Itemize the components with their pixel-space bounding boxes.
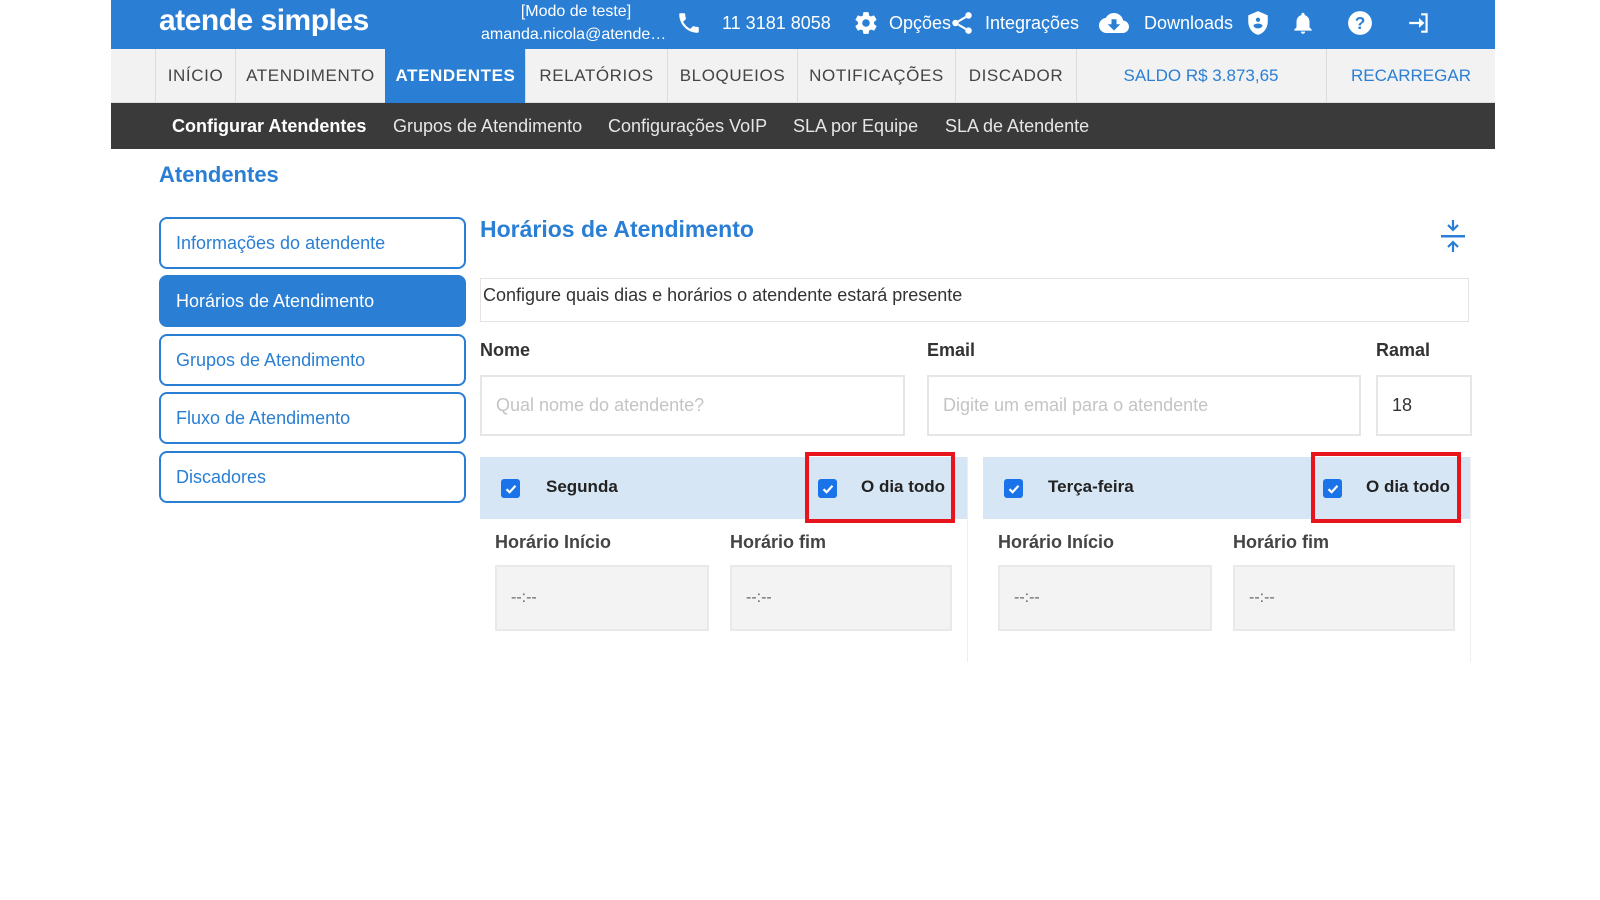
day-checkbox[interactable] bbox=[501, 479, 520, 498]
account-info[interactable]: [Modo de teste] amanda.nicola@atendesimp… bbox=[481, 0, 671, 46]
cloud-download-icon bbox=[1096, 8, 1132, 38]
day-header: Terça-feira O dia todo bbox=[983, 452, 1470, 523]
downloads-menu[interactable]: Downloads bbox=[1096, 6, 1233, 40]
page-title: Atendentes bbox=[159, 162, 279, 187]
top-bar: atende simples [Modo de teste] amanda.ni… bbox=[111, 0, 1495, 49]
subnav-grupos-atendimento[interactable]: Grupos de Atendimento bbox=[393, 103, 582, 149]
nav-discador[interactable]: DISCADOR bbox=[955, 49, 1077, 103]
collapse-icon[interactable] bbox=[1438, 218, 1468, 254]
svg-text:?: ? bbox=[1355, 13, 1366, 33]
name-label: Nome bbox=[480, 340, 531, 360]
day-name: Terça-feira bbox=[1048, 477, 1134, 496]
day-checkbox[interactable] bbox=[1004, 479, 1023, 498]
extension-input[interactable] bbox=[1376, 375, 1472, 436]
nav-inicio[interactable]: INÍCIO bbox=[155, 49, 235, 103]
subnav-sla-atendente[interactable]: SLA de Atendente bbox=[945, 103, 1089, 149]
integrations-label: Integrações bbox=[985, 12, 1080, 33]
help-icon: ? bbox=[1345, 8, 1375, 38]
email-label: Email bbox=[927, 340, 976, 360]
day-card-segunda: Segunda O dia todo Horário Início Horári… bbox=[480, 452, 968, 662]
name-input[interactable] bbox=[480, 375, 905, 436]
sidebar-item-discadores[interactable]: Discadores bbox=[159, 451, 466, 503]
balance-display[interactable]: SALDO R$ 3.873,65 bbox=[1111, 49, 1291, 103]
nav-atendentes[interactable]: ATENDENTES bbox=[385, 49, 525, 103]
start-time-input[interactable]: --:-- bbox=[998, 565, 1212, 631]
all-day-checkbox[interactable] bbox=[818, 479, 837, 498]
phone-number: 11 3181 8058 bbox=[722, 12, 831, 33]
recharge-link[interactable]: RECARREGAR bbox=[1327, 49, 1495, 103]
subnav-sla-equipe[interactable]: SLA por Equipe bbox=[793, 103, 918, 149]
all-day-label: O dia todo bbox=[861, 477, 946, 496]
email-input[interactable] bbox=[927, 375, 1361, 436]
sidebar-item-grupos[interactable]: Grupos de Atendimento bbox=[159, 334, 466, 386]
options-label: Opções bbox=[889, 12, 952, 33]
end-time-input[interactable]: --:-- bbox=[1233, 565, 1455, 631]
main-nav: INÍCIO ATENDIMENTO ATENDENTES RELATÓRIOS… bbox=[111, 49, 1495, 103]
all-day-label: O dia todo bbox=[1366, 477, 1451, 496]
start-time-label: Horário Início bbox=[495, 532, 612, 552]
subnav-configuracoes-voip[interactable]: Configurações VoIP bbox=[608, 103, 767, 149]
options-menu[interactable]: Opções bbox=[851, 6, 951, 40]
help-button[interactable]: ? bbox=[1345, 6, 1375, 40]
end-time-label: Horário fim bbox=[730, 532, 827, 552]
gear-icon bbox=[851, 8, 881, 38]
nav-notificacoes[interactable]: NOTIFICAÇÕES bbox=[797, 49, 955, 103]
phone-link[interactable]: 11 3181 8058 bbox=[674, 6, 831, 40]
test-mode-label: [Modo de teste] bbox=[520, 3, 632, 20]
section-description: Configure quais dias e horários o atende… bbox=[480, 278, 1469, 322]
start-time-label: Horário Início bbox=[998, 532, 1115, 552]
day-header: Segunda O dia todo bbox=[480, 452, 967, 523]
security-button[interactable] bbox=[1243, 6, 1273, 40]
subnav-configurar-atendentes[interactable]: Configurar Atendentes bbox=[172, 103, 366, 149]
extension-label: Ramal bbox=[1376, 340, 1431, 360]
shield-icon bbox=[1243, 8, 1273, 38]
nav-relatorios[interactable]: RELATÓRIOS bbox=[525, 49, 667, 103]
sign-out-icon bbox=[1404, 8, 1434, 38]
bell-icon bbox=[1288, 8, 1318, 38]
integrations-menu[interactable]: Integrações bbox=[947, 6, 1079, 40]
nav-bloqueios[interactable]: BLOQUEIOS bbox=[667, 49, 797, 103]
app-logo[interactable]: atende simples bbox=[159, 4, 369, 38]
account-email: amanda.nicola@atendesimples.com bbox=[481, 26, 671, 43]
sidebar-item-horarios[interactable]: Horários de Atendimento bbox=[159, 275, 466, 327]
end-time-input[interactable]: --:-- bbox=[730, 565, 952, 631]
sidebar-item-informacoes[interactable]: Informações do atendente bbox=[159, 217, 466, 269]
downloads-label: Downloads bbox=[1144, 12, 1234, 33]
share-icon bbox=[947, 8, 977, 38]
start-time-input[interactable]: --:-- bbox=[495, 565, 709, 631]
end-time-label: Horário fim bbox=[1233, 532, 1330, 552]
sidebar-item-fluxo[interactable]: Fluxo de Atendimento bbox=[159, 392, 466, 444]
sub-nav: Configurar Atendentes Grupos de Atendime… bbox=[111, 103, 1495, 149]
notifications-button[interactable] bbox=[1288, 6, 1318, 40]
day-name: Segunda bbox=[546, 477, 618, 496]
section-title: Horários de Atendimento bbox=[480, 216, 754, 242]
nav-atendimento[interactable]: ATENDIMENTO bbox=[235, 49, 385, 103]
logout-button[interactable] bbox=[1404, 6, 1434, 40]
all-day-checkbox[interactable] bbox=[1323, 479, 1342, 498]
phone-icon bbox=[674, 8, 704, 38]
day-card-terca: Terça-feira O dia todo Horário Início Ho… bbox=[983, 452, 1471, 662]
